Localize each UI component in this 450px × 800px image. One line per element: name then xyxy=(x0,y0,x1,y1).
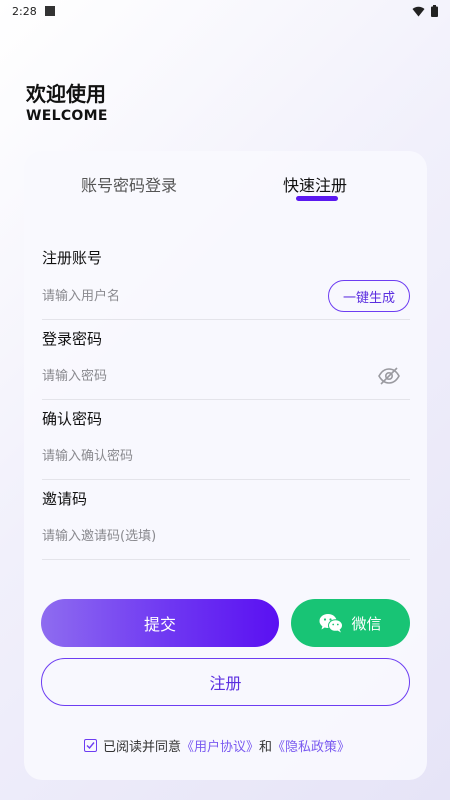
invite-code-label: 邀请码 xyxy=(42,490,88,508)
invite-code-input[interactable] xyxy=(42,522,362,550)
password-label: 登录密码 xyxy=(42,330,103,348)
register-button[interactable]: 注册 xyxy=(41,658,410,706)
generate-username-button[interactable]: 一键生成 xyxy=(328,280,410,312)
page-title: 欢迎使用 xyxy=(26,82,106,106)
agreement-row: 已阅读并同意 《用户协议》 和 《隐私政策》 xyxy=(84,735,350,755)
divider xyxy=(42,399,410,400)
status-bar: 2:28 xyxy=(0,0,450,22)
wechat-button-label: 微信 xyxy=(351,614,382,633)
wechat-login-button[interactable]: 微信 xyxy=(291,599,410,647)
wechat-icon xyxy=(319,614,344,633)
agreement-checkbox[interactable] xyxy=(84,738,97,752)
status-icons xyxy=(412,5,438,17)
privacy-policy-link[interactable]: 《隐私政策》 xyxy=(272,736,350,755)
user-agreement-link[interactable]: 《用户协议》 xyxy=(181,736,259,755)
tab-password-login[interactable]: 账号密码登录 xyxy=(81,172,177,196)
agreement-and: 和 xyxy=(259,739,273,755)
account-label: 注册账号 xyxy=(42,249,103,267)
wifi-icon xyxy=(412,6,425,16)
divider xyxy=(42,479,410,480)
submit-button[interactable]: 提交 xyxy=(41,599,279,647)
tab-quick-register[interactable]: 快速注册 xyxy=(283,172,347,196)
divider xyxy=(42,319,410,320)
battery-icon xyxy=(431,5,438,17)
tab-active-indicator xyxy=(296,196,338,201)
username-input[interactable] xyxy=(42,282,312,310)
tab-bar: 账号密码登录 快速注册 xyxy=(24,151,427,211)
password-input[interactable] xyxy=(42,362,362,390)
notification-icon xyxy=(44,6,55,16)
divider xyxy=(42,559,410,560)
register-card: 账号密码登录 快速注册 注册账号 一键生成 登录密码 确认密码 邀请码 提交 xyxy=(24,151,427,780)
confirm-password-label: 确认密码 xyxy=(42,410,103,428)
confirm-password-input[interactable] xyxy=(42,442,362,470)
check-icon xyxy=(86,741,95,749)
eye-off-icon[interactable] xyxy=(377,364,401,388)
agreement-prefix: 已阅读并同意 xyxy=(103,739,182,755)
page-subtitle: WELCOME xyxy=(26,108,108,124)
status-time: 2:28 xyxy=(12,4,37,18)
